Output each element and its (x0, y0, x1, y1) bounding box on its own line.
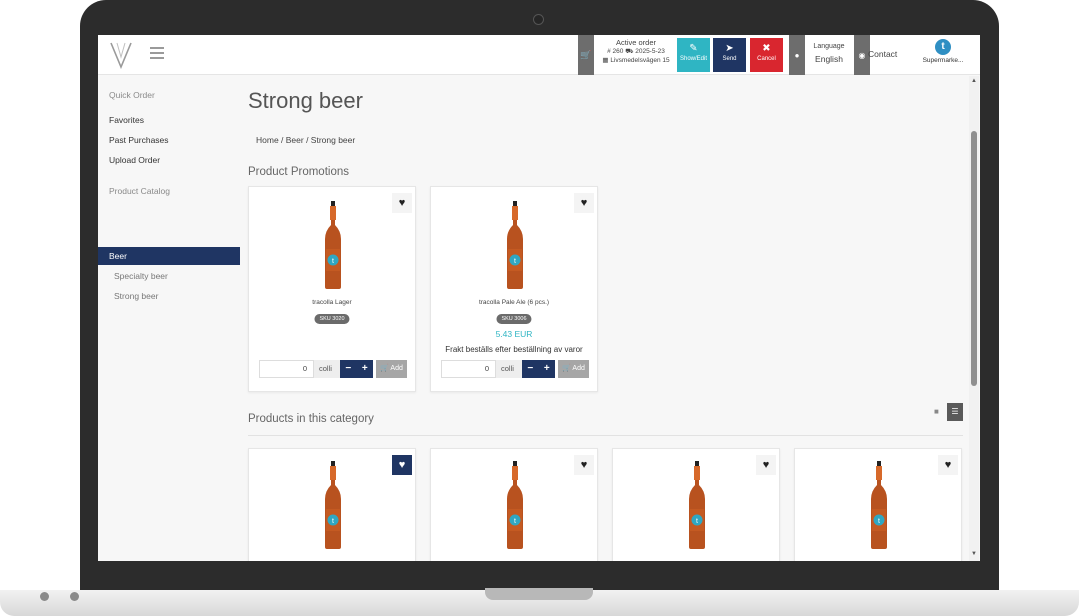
product-name[interactable]: tracolla Pale Ale (6 pcs.) (431, 299, 597, 306)
order-number: # 260 (607, 48, 624, 55)
heart-icon[interactable]: ♥ (938, 455, 958, 475)
laptop-led (40, 592, 49, 601)
heart-icon[interactable]: ♥ (574, 193, 594, 213)
language-selector[interactable]: Language English (806, 41, 852, 65)
minus-icon[interactable]: − (345, 360, 351, 378)
sidebar-item-past-purchases[interactable]: Past Purchases (109, 135, 169, 145)
sidebar-heading-product-catalog: Product Catalog (109, 186, 170, 196)
page-title: Strong beer (248, 88, 363, 113)
add-to-cart-button[interactable]: 🛒 Add (558, 360, 589, 378)
beer-bottle-image: t (871, 461, 887, 549)
heart-icon[interactable]: ♥ (574, 455, 594, 475)
section-divider (248, 435, 963, 436)
product-name[interactable]: tracolla Lager (249, 299, 415, 306)
beer-bottle-image: t (507, 201, 523, 289)
heart-icon[interactable]: ♥ (756, 455, 776, 475)
cancel-icon: ✖ (762, 43, 771, 54)
laptop-led (70, 592, 79, 601)
edit-icon: ✎ (689, 43, 698, 54)
send-button[interactable]: ➤ Send (713, 38, 746, 72)
order-date: 2025-5-23 (635, 48, 665, 55)
show-edit-button[interactable]: ✎ Show/Edit (677, 38, 710, 72)
cart-icon[interactable]: 🛒 (578, 35, 594, 75)
scroll-up-icon[interactable]: ▲ (970, 78, 978, 84)
app-screen: 🛒 Active order # 260 ⛟ 2025-5-23 ▦ Livsm… (98, 35, 980, 561)
heart-icon[interactable]: ♥ (392, 193, 412, 213)
sidebar-item-strong-beer[interactable]: Strong beer (114, 291, 158, 301)
active-order-title: Active order (615, 38, 657, 47)
sidebar-item-specialty-beer[interactable]: Specialty beer (114, 271, 168, 281)
unit-label: colli (314, 360, 340, 378)
product-card[interactable]: ♥ t (612, 448, 780, 561)
svg-text:t: t (332, 518, 334, 525)
active-order-panel[interactable]: Active order # 260 ⛟ 2025-5-23 ▦ Livsmed… (596, 38, 676, 72)
contact-link[interactable]: Contact (868, 49, 897, 59)
customer-menu[interactable]: t Supermarke... (918, 39, 968, 64)
sidebar-item-beer[interactable]: Beer (98, 247, 240, 265)
beer-bottle-image: t (325, 461, 341, 549)
beer-bottle-image: t (689, 461, 705, 549)
add-to-cart-button[interactable]: 🛒 Add (376, 360, 407, 378)
svg-text:t: t (878, 518, 880, 525)
menu-toggle-icon[interactable] (150, 47, 164, 61)
quantity-stepper[interactable]: − + (522, 360, 555, 378)
grid-view-icon[interactable]: ■ (934, 407, 944, 417)
scroll-thumb[interactable] (971, 131, 977, 386)
unit-label: colli (496, 360, 522, 378)
order-address: Livsmedelsvägen 15 (610, 57, 670, 64)
add-label: Add (390, 365, 403, 372)
product-card[interactable]: ♥ t (430, 448, 598, 561)
minus-icon[interactable]: − (527, 360, 533, 378)
svg-text:t: t (514, 518, 516, 525)
promotion-card[interactable]: ♥ t tracolla Lager SKU 3020 0 colli − + 🛒… (248, 186, 416, 392)
svg-text:t: t (696, 518, 698, 525)
scroll-down-icon[interactable]: ▼ (970, 551, 978, 557)
show-edit-label: Show/Edit (679, 56, 707, 62)
product-card[interactable]: ♥ t (794, 448, 962, 561)
beer-bottle-image: t (325, 201, 341, 289)
shipping-note: Frakt beställs efter beställning av varo… (445, 345, 583, 354)
language-value: English (815, 54, 843, 64)
paper-plane-icon: ➤ (725, 43, 734, 54)
cancel-button[interactable]: ✖ Cancel (750, 38, 783, 72)
webcam (533, 14, 544, 25)
svg-text:t: t (514, 258, 516, 265)
scrollbar[interactable]: ▲ ▼ (969, 76, 979, 561)
breadcrumb[interactable]: Home / Beer / Strong beer (256, 135, 355, 145)
customer-avatar-icon: t (935, 39, 951, 55)
customer-name: Supermarke... (922, 57, 964, 64)
quantity-input[interactable]: 0 (259, 360, 314, 378)
brand-logo[interactable] (108, 41, 134, 69)
quantity-stepper[interactable]: − + (340, 360, 373, 378)
sidebar-heading-quick-order[interactable]: Quick Order (109, 90, 155, 100)
globe-icon[interactable]: ● (789, 35, 805, 75)
promotion-card[interactable]: ♥ t tracolla Pale Ale (6 pcs.) SKU 3006 … (430, 186, 598, 392)
sku-badge: SKU 3006 (496, 314, 532, 324)
language-label: Language (813, 43, 845, 50)
category-heading: Products in this category (248, 413, 374, 425)
promotions-heading: Product Promotions (248, 166, 349, 178)
product-card[interactable]: ♥ t (248, 448, 416, 561)
sidebar: Quick Order Favorites Past Purchases Upl… (98, 76, 240, 561)
add-label: Add (572, 365, 585, 372)
view-toggle: ■ ☰ (934, 403, 964, 421)
beer-bottle-image: t (507, 461, 523, 549)
sku-badge: SKU 3020 (314, 314, 350, 324)
top-bar: 🛒 Active order # 260 ⛟ 2025-5-23 ▦ Livsm… (98, 35, 980, 75)
heart-icon[interactable]: ♥ (392, 455, 412, 475)
plus-icon[interactable]: + (544, 360, 550, 378)
sidebar-item-upload-order[interactable]: Upload Order (109, 155, 160, 165)
list-view-icon[interactable]: ☰ (947, 403, 963, 421)
sidebar-item-favorites[interactable]: Favorites (109, 115, 144, 125)
cancel-label: Cancel (757, 56, 776, 62)
quantity-input[interactable]: 0 (441, 360, 496, 378)
product-price: 5.43 EUR (495, 329, 533, 339)
send-label: Send (722, 56, 737, 62)
plus-icon[interactable]: + (362, 360, 368, 378)
laptop-notch (485, 588, 593, 600)
svg-text:t: t (332, 258, 334, 265)
